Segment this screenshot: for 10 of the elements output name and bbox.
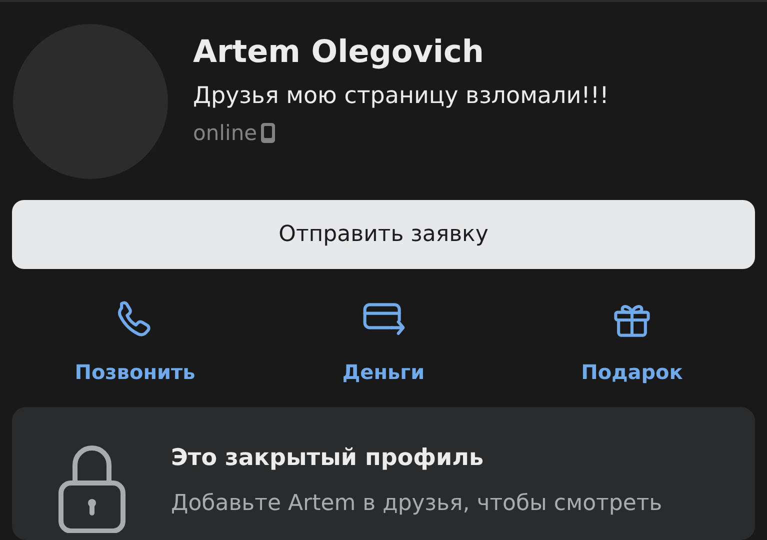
status-text: Друзья мою страницу взломали!!! [193, 82, 609, 111]
private-profile-text: Добавьте Artem в друзья, чтобы смотреть [171, 490, 662, 518]
send-request-button[interactable]: Отправить заявку [12, 200, 755, 269]
lock-icon [57, 443, 127, 533]
private-profile-title: Это закрытый профиль [171, 444, 485, 473]
online-status: online [193, 120, 258, 147]
action-button[interactable]: Подарок [537, 297, 727, 387]
action-button[interactable]: Деньги [288, 297, 478, 387]
action-button[interactable]: Позвонить [40, 297, 230, 387]
profile-name: Artem Olegovich [193, 33, 485, 72]
